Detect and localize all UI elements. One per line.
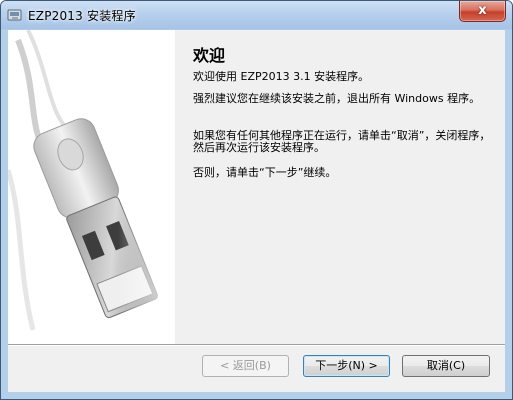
usb-drive-illustration [8,30,175,344]
welcome-heading: 欢迎 [193,46,226,65]
welcome-content: 欢迎 欢迎使用 EZP2013 3.1 安装程序。 强烈建议您在继续该安装之前，… [175,30,505,344]
warning-paragraph: 强烈建议您在继续该安装之前，退出所有 Windows 程序。 [193,92,481,105]
usb-drive-image [8,30,175,344]
dialog-client-area: 欢迎 欢迎使用 EZP2013 3.1 安装程序。 强烈建议您在继续该安装之前，… [8,30,505,392]
installer-app-icon [7,9,22,21]
cancel-instruction-paragraph: 如果您有任何其他程序正在运行，请单击“取消”，关闭程序，然后再次运行该安装程序。 [193,129,491,154]
title-bar[interactable]: EZP2013 安装程序 x [1,1,512,29]
window-title: EZP2013 安装程序 [28,9,136,23]
cancel-button[interactable]: 取消(C) [402,355,490,377]
continue-instruction-paragraph: 否则，请单击“下一步”继续。 [193,166,337,179]
back-button[interactable]: < 返回(B) [202,355,289,377]
next-button[interactable]: 下一步(N) > [303,355,390,377]
close-button[interactable]: x [459,1,506,22]
bottom-separator [8,344,505,346]
installer-window: EZP2013 安装程序 x 欢迎 欢迎使用 EZP2013 3.1 安装程序。… [0,0,513,400]
welcome-line: 欢迎使用 EZP2013 3.1 安装程序。 [193,70,370,83]
close-icon: x [478,3,487,18]
